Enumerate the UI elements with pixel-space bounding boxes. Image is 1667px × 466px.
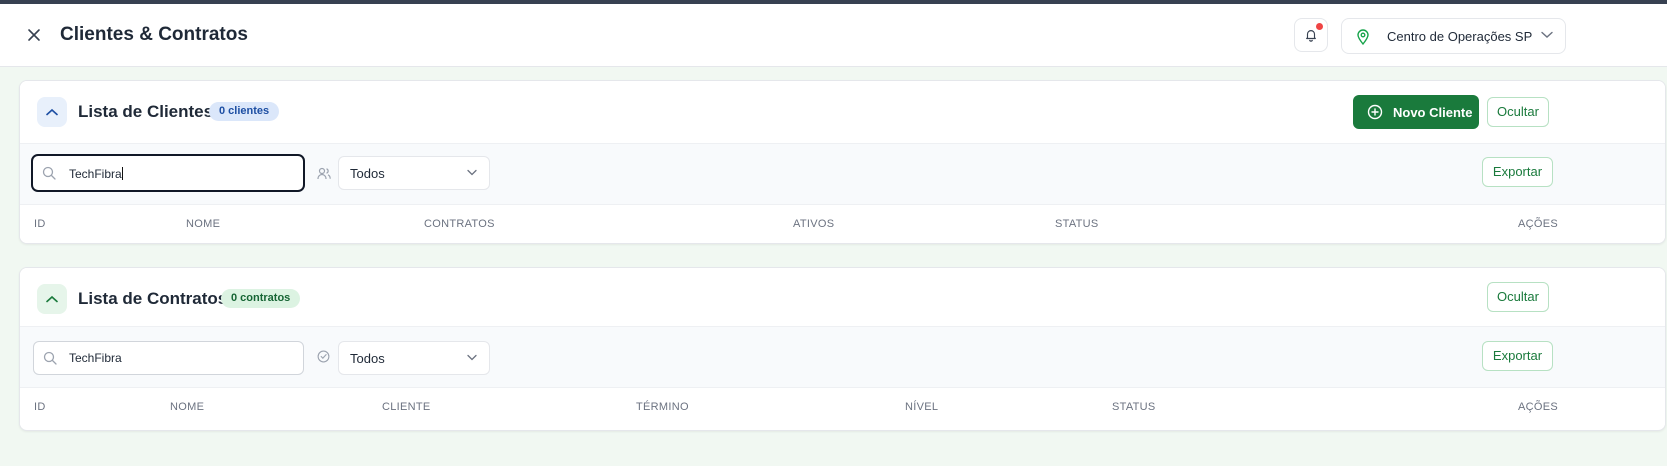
clients-collapse-button[interactable]: [37, 97, 67, 127]
column-header-status: STATUS: [1112, 401, 1156, 413]
bell-icon: [1306, 30, 1316, 42]
users-icon: [317, 167, 331, 180]
column-header-nome: NOME: [186, 218, 221, 230]
clients-title: Lista de Clientes: [78, 102, 214, 121]
chevron-down-icon: [1541, 31, 1553, 38]
contracts-search-value: TechFibra: [69, 351, 122, 365]
clients-count-badge: 0 clientes: [209, 102, 280, 121]
new-client-button[interactable]: Novo Cliente: [1353, 95, 1479, 129]
contracts-table-header: ID NOME CLIENTE TÉRMINO NÍVEL STATUS AÇÕ…: [20, 388, 1665, 428]
column-header-ativos: ATIVOS: [793, 218, 835, 230]
contracts-status-value: Todos: [350, 351, 385, 366]
contracts-status-select[interactable]: Todos: [338, 341, 490, 375]
contracts-hide-button[interactable]: Ocultar: [1487, 282, 1549, 312]
column-header-cliente: CLIENTE: [382, 401, 431, 413]
check-circle-icon: [317, 350, 330, 363]
chevron-down-icon: [467, 354, 477, 361]
contracts-export-button[interactable]: Exportar: [1482, 341, 1553, 371]
chevron-up-icon: [46, 108, 58, 116]
clients-card-header: Lista de Clientes 0 clientes Novo Client…: [20, 81, 1665, 143]
search-icon: [42, 166, 56, 180]
new-client-label: Novo Cliente: [1393, 105, 1473, 120]
search-icon: [43, 351, 57, 365]
text-caret: [121, 167, 123, 180]
chevron-down-icon: [467, 169, 477, 176]
contracts-search-input[interactable]: TechFibra: [33, 341, 304, 375]
contracts-card-header: Lista de Contratos 0 contratos Ocultar: [20, 268, 1665, 330]
clients-hide-button[interactable]: Ocultar: [1487, 97, 1549, 127]
clients-export-button[interactable]: Exportar: [1482, 157, 1553, 187]
close-icon: [28, 29, 40, 41]
clients-status-select[interactable]: Todos: [338, 156, 490, 190]
app-header: Clientes & Contratos Centro de Operações…: [0, 4, 1667, 67]
contracts-card: Lista de Contratos 0 contratos Ocultar T…: [19, 267, 1666, 431]
column-header-id: ID: [34, 218, 46, 230]
clients-search-value: TechFibra: [69, 167, 122, 181]
column-header-id: ID: [34, 401, 46, 413]
notifications-button[interactable]: [1294, 18, 1328, 52]
contracts-title: Lista de Contratos: [78, 289, 228, 308]
clients-card: Lista de Clientes 0 clientes Novo Client…: [19, 80, 1666, 244]
contracts-count-badge: 0 contratos: [221, 289, 301, 308]
clients-table-header: ID NOME CONTRATOS ATIVOS STATUS AÇÕES: [20, 205, 1665, 243]
close-button[interactable]: [22, 23, 46, 47]
column-header-acoes: AÇÕES: [1518, 218, 1559, 230]
contracts-collapse-button[interactable]: [37, 284, 67, 314]
column-header-nivel: NÍVEL: [905, 401, 939, 413]
column-header-nome: NOME: [170, 401, 205, 413]
column-header-acoes: AÇÕES: [1518, 401, 1559, 413]
column-header-contratos: CONTRATOS: [424, 218, 495, 230]
column-header-termino: TÉRMINO: [636, 401, 689, 413]
clients-status-value: Todos: [350, 166, 385, 181]
location-select[interactable]: Centro de Operações SP: [1341, 18, 1566, 54]
clients-filter-bar: TechFibra Todos Exportar: [20, 143, 1665, 205]
notification-dot: [1316, 23, 1323, 30]
page-title: Clientes & Contratos: [60, 24, 248, 45]
column-header-status: STATUS: [1055, 218, 1099, 230]
location-label: Centro de Operações SP: [1387, 29, 1533, 44]
clients-search-input[interactable]: TechFibra: [31, 154, 305, 192]
chevron-up-icon: [46, 295, 58, 303]
map-pin-icon: [1357, 29, 1369, 45]
plus-circle-icon: [1367, 104, 1383, 120]
contracts-filter-bar: TechFibra Todos Exportar: [20, 326, 1665, 388]
